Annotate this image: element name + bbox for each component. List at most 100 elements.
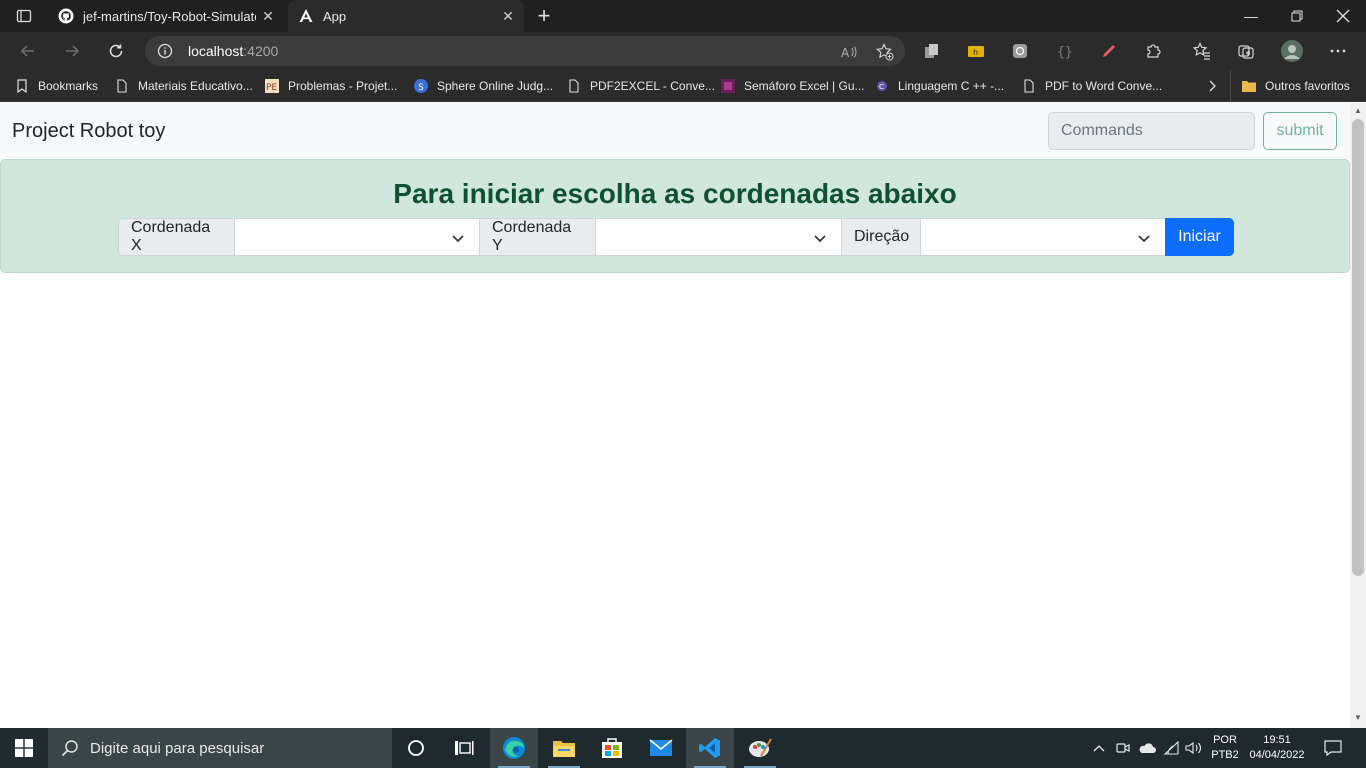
bookmark-item[interactable]: Materiais Educativo...: [114, 70, 253, 102]
chevron-down-icon: [1137, 231, 1151, 245]
select-direction[interactable]: [920, 218, 1166, 256]
microsoft-store-icon[interactable]: [588, 728, 636, 768]
language-code: POR: [1213, 734, 1237, 746]
bookmark-label: Semáforo Excel | Gu...: [744, 79, 865, 93]
collections-icon[interactable]: [1236, 41, 1256, 61]
coordinate-controls: Cordenada X Cordenada Y Direção Iniciar: [118, 218, 1234, 256]
bookmark-item[interactable]: PE Problemas - Projet...: [264, 70, 397, 102]
menu-more-icon[interactable]: [1328, 41, 1348, 61]
new-tab-button[interactable]: +: [530, 3, 558, 28]
bookmarks-bar: Bookmarks Materiais Educativo... PE Prob…: [0, 70, 1366, 102]
svg-text:PE: PE: [266, 83, 277, 93]
paint-icon[interactable]: [736, 728, 784, 768]
back-icon[interactable]: [12, 36, 44, 66]
sphere-icon: S: [413, 78, 429, 94]
onedrive-icon[interactable]: [1137, 728, 1157, 768]
forward-icon[interactable]: [56, 36, 88, 66]
bookmark-label: PDF2EXCEL - Conve...: [590, 79, 715, 93]
alert-title: Para iniciar escolha as cordenadas abaix…: [393, 178, 957, 209]
add-favorite-icon[interactable]: [876, 43, 894, 61]
label-coord-y: Cordenada Y: [479, 218, 596, 256]
bookmark-item[interactable]: C Linguagem C ++ -...: [874, 70, 1004, 102]
url-host: localhost: [188, 43, 244, 59]
page-content: Project Robot toy submit Para iniciar es…: [0, 103, 1350, 728]
input-language[interactable]: POR PTB2: [1208, 733, 1242, 763]
bookmark-item[interactable]: PDF to Word Conve...: [1021, 70, 1162, 102]
mail-icon[interactable]: [637, 728, 685, 768]
svg-text:A: A: [841, 46, 850, 60]
folder-extension-icon[interactable]: h: [966, 41, 986, 61]
tab-close-icon[interactable]: ✕: [496, 4, 520, 28]
bookmark-icon: [14, 78, 30, 94]
scrollbar-thumb[interactable]: [1352, 119, 1364, 576]
tab-actions-icon[interactable]: [8, 4, 40, 28]
braces-extension-icon[interactable]: {}: [1054, 41, 1074, 61]
vscode-icon[interactable]: [686, 728, 734, 768]
select-coord-x[interactable]: [234, 218, 480, 256]
notifications-icon[interactable]: [1318, 728, 1348, 768]
commands-input[interactable]: [1048, 112, 1255, 150]
keyboard-layout: PTB2: [1211, 749, 1239, 761]
volume-icon[interactable]: [1184, 728, 1204, 768]
file-explorer-icon[interactable]: [540, 728, 588, 768]
taskbar-search[interactable]: Digite aqui para pesquisar: [48, 728, 392, 768]
edge-taskbar-icon[interactable]: [490, 728, 538, 768]
bookmark-item[interactable]: PDF2EXCEL - Conve...: [566, 70, 715, 102]
brand-title[interactable]: Project Robot toy: [12, 120, 165, 143]
other-bookmarks-label: Outros favoritos: [1265, 79, 1350, 93]
folder-icon: [1241, 78, 1257, 94]
label-coord-x: Cordenada X: [118, 218, 235, 256]
close-window-icon[interactable]: [1320, 0, 1366, 32]
taskbar-clock[interactable]: 19:51 04/04/2022: [1244, 733, 1310, 763]
windows-start-icon[interactable]: [0, 728, 48, 768]
search-icon: [60, 738, 80, 758]
select-coord-y[interactable]: [595, 218, 842, 256]
start-button[interactable]: Iniciar: [1165, 218, 1234, 256]
bookmarks-overflow-icon[interactable]: [1207, 70, 1219, 102]
collections-extension-icon[interactable]: [922, 41, 942, 61]
tab-close-icon[interactable]: ✕: [256, 4, 280, 28]
wifi-icon[interactable]: [1162, 728, 1182, 768]
pen-extension-icon[interactable]: [1099, 41, 1119, 61]
tab-app[interactable]: App ✕: [288, 0, 524, 32]
bookmark-label: Linguagem C ++ -...: [898, 79, 1005, 93]
bookmark-label: PDF to Word Conve...: [1045, 79, 1163, 93]
scroll-down-icon[interactable]: ▼: [1354, 713, 1362, 722]
label-direction: Direção: [841, 218, 921, 256]
clock-date: 04/04/2022: [1249, 749, 1305, 761]
browser-tab-bar: jef-martins/Toy-Robot-Simulator ✕ App ✕ …: [0, 0, 1366, 32]
other-bookmarks[interactable]: Outros favoritos: [1230, 70, 1350, 102]
read-aloud-icon[interactable]: A: [840, 43, 858, 61]
bookmark-item[interactable]: S Sphere Online Judg...: [413, 70, 553, 102]
tray-expand-icon[interactable]: [1090, 728, 1108, 768]
refresh-icon[interactable]: [100, 36, 132, 66]
scroll-up-icon[interactable]: ▲: [1354, 106, 1362, 115]
page-icon: [114, 78, 130, 94]
svg-text:h: h: [973, 48, 978, 57]
minimize-icon[interactable]: —: [1228, 0, 1274, 32]
cortana-icon[interactable]: [392, 728, 440, 768]
app-navbar: Project Robot toy submit: [0, 103, 1350, 159]
square-extension-icon[interactable]: [1010, 41, 1030, 61]
chevron-down-icon: [451, 231, 465, 245]
address-bar[interactable]: localhost:4200 A: [145, 36, 905, 66]
meet-now-icon[interactable]: [1114, 728, 1132, 768]
windows-taskbar: Digite aqui para pesquisar POR PTB2 19:5…: [0, 728, 1366, 768]
page-icon: [1021, 78, 1037, 94]
url-text: localhost:4200: [188, 43, 278, 59]
extensions-icon[interactable]: [1143, 41, 1163, 61]
svg-text:S: S: [418, 83, 424, 93]
info-icon[interactable]: [157, 43, 173, 59]
bookmark-item[interactable]: Semáforo Excel | Gu...: [720, 70, 865, 102]
pe-icon: PE: [264, 78, 280, 94]
profile-avatar[interactable]: [1280, 39, 1304, 63]
task-view-icon[interactable]: [440, 728, 488, 768]
restore-icon[interactable]: [1274, 0, 1320, 32]
bookmark-label: Sphere Online Judg...: [437, 79, 554, 93]
svg-text:C: C: [879, 83, 884, 91]
submit-button[interactable]: submit: [1263, 112, 1337, 150]
page-scrollbar[interactable]: ▲ ▼: [1350, 103, 1366, 728]
tab-github[interactable]: jef-martins/Toy-Robot-Simulator ✕: [48, 0, 284, 32]
bookmark-item[interactable]: Bookmarks: [14, 70, 98, 102]
favorites-icon[interactable]: [1192, 41, 1212, 61]
